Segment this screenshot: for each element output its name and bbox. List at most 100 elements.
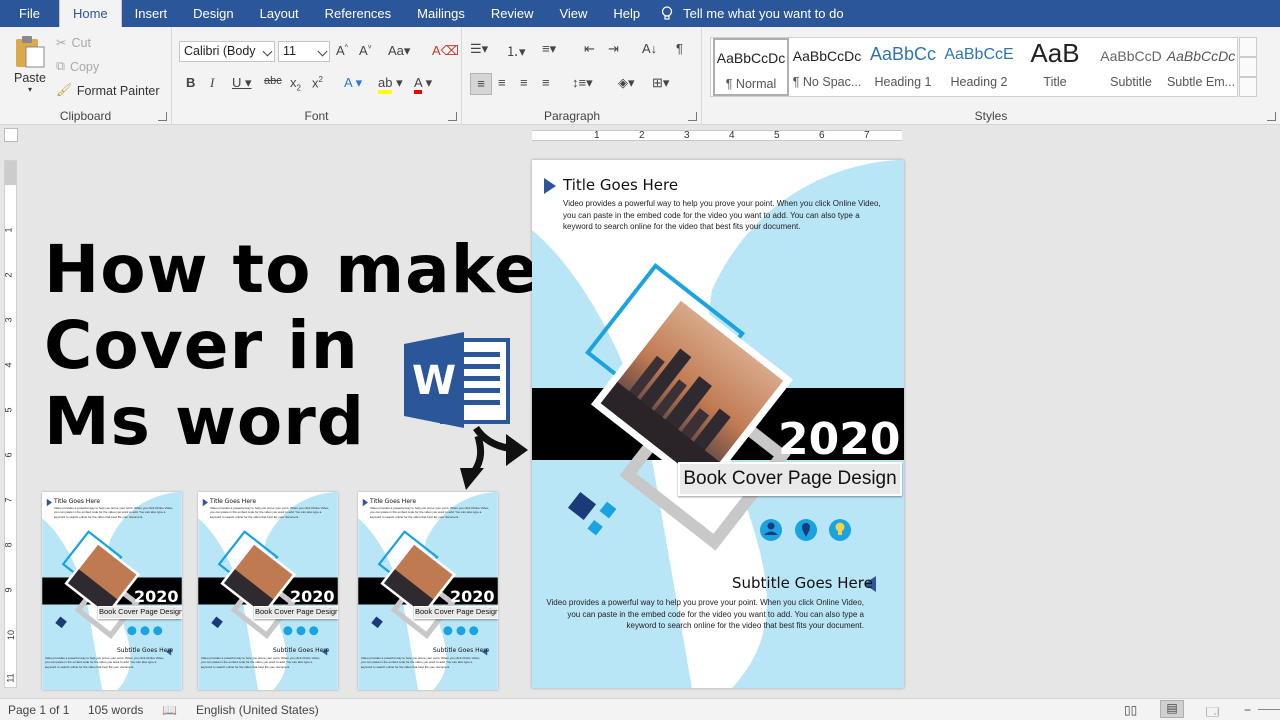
thumb-intro: Video provides a powerful way to help yo… (210, 506, 330, 519)
print-layout-icon[interactable]: ▤ (1160, 700, 1184, 718)
font-name-dropdown[interactable]: Calibri (Body (179, 41, 275, 62)
tab-insert[interactable]: Insert (122, 0, 181, 27)
tab-references[interactable]: References (312, 0, 404, 27)
align-right-icon[interactable]: ≡ (520, 75, 528, 90)
align-left-icon[interactable]: ≡ (470, 73, 492, 95)
ruler-number: 10 (6, 629, 17, 641)
styles-gallery: AaBbCcDc ¶ Normal AaBbCcDc ¶ No Spac... … (710, 37, 1238, 97)
style-preview: AaB (1030, 38, 1080, 68)
styles-more-icon[interactable] (1239, 77, 1257, 97)
underline-icon[interactable]: U ▾ (232, 75, 252, 91)
tab-file[interactable]: File (0, 0, 59, 27)
show-marks-icon[interactable]: ¶ (676, 41, 683, 56)
thumb-title: Title Goes Here (370, 498, 417, 505)
read-mode-icon[interactable]: ▯▯ (1124, 703, 1137, 717)
style-name: Subtitle (1110, 75, 1152, 89)
clipboard-launcher-icon[interactable] (158, 112, 167, 121)
format-painter-button[interactable]: 🖌 Format Painter (56, 83, 160, 98)
copy-icon: ⧉ (56, 59, 65, 73)
subscript-icon[interactable]: x2 (290, 75, 301, 93)
style-subtle-emphasis[interactable]: AaBbCcDc Subtle Em... (1163, 38, 1239, 96)
paste-button[interactable]: Paste ▾ (10, 35, 50, 94)
ruler-number: 5 (3, 407, 14, 413)
shrink-font-icon[interactable]: A˅ (359, 43, 372, 58)
ruler-number: 11 (5, 673, 16, 683)
zoom-out-icon[interactable]: − (1244, 703, 1251, 717)
horizontal-ruler[interactable]: 1 2 3 4 5 6 7 (532, 130, 902, 141)
italic-icon[interactable]: I (210, 75, 214, 91)
style-heading-1[interactable]: AaBbCc Heading 1 (865, 38, 941, 96)
copy-label: Copy (69, 59, 100, 74)
grow-font-icon[interactable]: A^ (336, 43, 348, 58)
style-preview: AaBbCcDc (792, 48, 862, 64)
tab-layout[interactable]: Layout (247, 0, 312, 27)
thumb-year: 2020 (134, 587, 179, 606)
paragraph-launcher-icon[interactable] (688, 112, 697, 121)
highlight-icon[interactable]: ab ▾ (378, 75, 403, 94)
superscript-icon[interactable]: x2 (312, 75, 323, 90)
styles-launcher-icon[interactable] (1267, 112, 1276, 121)
ruler-number: 7 (3, 497, 14, 503)
justify-icon[interactable]: ≡ (542, 75, 550, 90)
borders-icon[interactable]: ⊞▾ (652, 75, 669, 91)
tab-home[interactable]: Home (58, 0, 122, 27)
thumb-year: 2020 (450, 587, 495, 606)
font-size-dropdown[interactable]: 11 (278, 41, 330, 62)
document-page[interactable]: Title Goes Here Video provides a powerfu… (532, 160, 904, 688)
increase-indent-icon[interactable]: ⇥ (608, 41, 619, 57)
styles-scroll-down-icon[interactable] (1239, 57, 1257, 77)
strikethrough-icon[interactable]: abc (264, 75, 282, 87)
style-preview: AaBbCc (869, 44, 937, 64)
text-effects-icon[interactable]: A ▾ (344, 75, 362, 91)
page-count[interactable]: Page 1 of 1 (8, 703, 69, 717)
thumbnail-cover[interactable]: Title Goes Here Video provides a powerfu… (42, 492, 182, 690)
vertical-ruler[interactable]: 1 2 3 4 5 6 7 8 9 10 11 (4, 160, 17, 688)
thumbnail-cover[interactable]: Title Goes Here Video provides a powerfu… (198, 492, 338, 690)
styles-scroll-up-icon[interactable] (1239, 37, 1257, 57)
web-layout-icon[interactable]: 🗔 (1206, 703, 1219, 720)
tab-selector[interactable] (4, 128, 18, 142)
decrease-indent-icon[interactable]: ⇤ (584, 41, 595, 57)
cover-subtitle: Subtitle Goes Here (732, 574, 873, 592)
copy-button[interactable]: ⧉ Copy (56, 59, 99, 74)
style-heading-2[interactable]: AaBbCcE Heading 2 (941, 38, 1017, 96)
style-normal[interactable]: AaBbCcDc ¶ Normal (713, 38, 789, 96)
thumb-subtitle: Subtitle Goes Here (433, 647, 490, 654)
bullets-icon[interactable]: ☰▾ (470, 41, 488, 57)
word-count[interactable]: 105 words (88, 703, 143, 717)
font-group: Calibri (Body 11 A^ A˅ Aa▾ A⌫ B I U ▾ ab… (172, 27, 462, 125)
style-subtitle[interactable]: AaBbCcD Subtitle (1093, 38, 1169, 96)
ruler-number: 2 (3, 272, 14, 278)
font-color-icon[interactable]: A ▾ (414, 75, 432, 94)
tell-me-box[interactable]: Tell me what you want to do (661, 6, 844, 21)
zoom-slider[interactable] (1258, 709, 1280, 710)
style-name: Heading 1 (874, 75, 932, 89)
style-title[interactable]: AaB Title (1017, 38, 1093, 96)
thumb-book-label: Book Cover Page Design (254, 606, 338, 619)
font-size-value: 11 (283, 44, 296, 58)
tab-help[interactable]: Help (600, 0, 653, 27)
cut-button[interactable]: ✂ Cut (56, 35, 91, 51)
font-launcher-icon[interactable] (448, 112, 457, 121)
tab-design[interactable]: Design (180, 0, 246, 27)
proofing-icon[interactable]: 📖 (162, 703, 177, 717)
line-spacing-icon[interactable]: ↕≡▾ (572, 75, 593, 91)
thumbnail-cover[interactable]: Title Goes Here Video provides a powerfu… (358, 492, 498, 690)
style-no-spacing[interactable]: AaBbCcDc ¶ No Spac... (789, 38, 865, 96)
headline-line: How to make (44, 231, 540, 308)
paste-icon (16, 36, 45, 68)
tab-view[interactable]: View (546, 0, 600, 27)
language-status[interactable]: English (United States) (196, 703, 319, 717)
sort-icon[interactable]: A↓ (642, 41, 657, 56)
clear-formatting-icon[interactable]: A⌫ (432, 43, 459, 59)
paste-chevron-icon: ▾ (27, 85, 32, 94)
ruler-number: 1 (3, 227, 14, 233)
tab-mailings[interactable]: Mailings (404, 0, 478, 27)
align-center-icon[interactable]: ≡ (498, 75, 506, 90)
change-case-icon[interactable]: Aa▾ (388, 43, 410, 59)
tab-review[interactable]: Review (478, 0, 547, 27)
numbering-icon[interactable]: ⒈▾ (506, 41, 526, 60)
shading-icon[interactable]: ◈▾ (618, 75, 635, 91)
multilevel-list-icon[interactable]: ≡▾ (542, 41, 556, 57)
bold-icon[interactable]: B (186, 75, 195, 90)
